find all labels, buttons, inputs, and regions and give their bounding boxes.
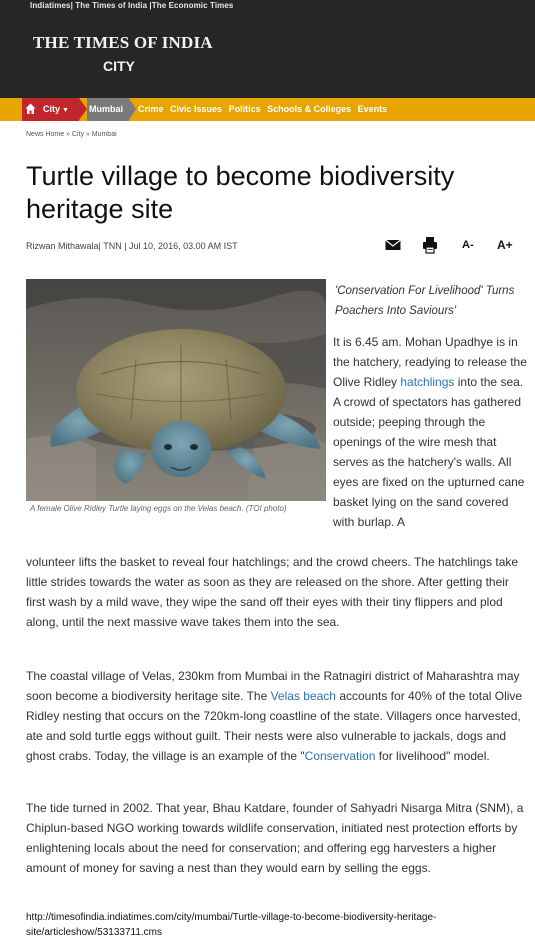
conservation-link[interactable]: Conservation (305, 749, 376, 763)
article-photo (26, 279, 326, 501)
paragraph-text: into the sea. A crowd of spectators has … (333, 375, 525, 529)
chevron-down-icon: ▼ (62, 107, 69, 114)
breadcrumb-arrow (79, 98, 87, 120)
paragraph-text: for livelihood" model. (375, 749, 490, 763)
home-icon (25, 103, 36, 114)
nav-link-politics[interactable]: Politics (229, 104, 261, 114)
section-title: CITY (103, 58, 135, 74)
source-url[interactable]: http://timesofindia.indiatimes.com/city/… (26, 910, 531, 940)
article-title: Turtle village to become biodiversity he… (26, 161, 455, 224)
article-byline: Rizwan Mithawala| TNN | Jul 10, 2016, 03… (26, 241, 238, 251)
nav-links: Crime Civic Issues Politics Schools & Co… (138, 98, 391, 121)
velas-beach-link[interactable]: Velas beach (271, 689, 336, 703)
nav-link-events[interactable]: Events (358, 104, 388, 114)
site-header: Indiatimes| The Times of India |The Econ… (0, 0, 535, 98)
article-paragraph: The coastal village of Velas, 230km from… (26, 666, 528, 766)
network-links[interactable]: Indiatimes| The Times of India |The Econ… (30, 1, 233, 10)
breadcrumb-arrow (129, 98, 136, 120)
nav-bar: City ▼ Mumbai Crime Civic Issues Politics… (0, 98, 535, 121)
photo-caption: A female Olive Ridley Turtle laying eggs… (30, 504, 287, 513)
article-paragraph: volunteer lifts the basket to reveal fou… (26, 555, 519, 629)
nav-link-civic-issues[interactable]: Civic Issues (170, 104, 222, 114)
mail-icon[interactable] (385, 236, 401, 254)
nav-link-schools-colleges[interactable]: Schools & Colleges (267, 104, 351, 114)
pull-quote: 'Conservation For Livelihood' Turns Poac… (335, 285, 515, 317)
article-paragraph: It is 6.45 am. Mohan Upadhye is in the h… (333, 332, 527, 532)
hatchlings-link[interactable]: hatchlings (400, 375, 454, 389)
font-increase-button[interactable]: A+ (497, 236, 513, 254)
masthead-logo[interactable]: THE TIMES OF INDIA (33, 33, 213, 53)
print-icon[interactable] (422, 236, 438, 254)
article-paragraph: The tide turned in 2002. That year, Bhau… (26, 801, 524, 875)
nav-mumbai[interactable]: Mumbai (87, 98, 129, 121)
home-button[interactable] (22, 98, 39, 121)
nav-link-crime[interactable]: Crime (138, 104, 164, 114)
font-decrease-button[interactable]: A- (462, 236, 474, 254)
nav-city-label: City (43, 104, 61, 114)
breadcrumb[interactable]: News Home » City » Mumbai (26, 131, 117, 138)
nav-city-dropdown[interactable]: City ▼ (39, 98, 79, 121)
